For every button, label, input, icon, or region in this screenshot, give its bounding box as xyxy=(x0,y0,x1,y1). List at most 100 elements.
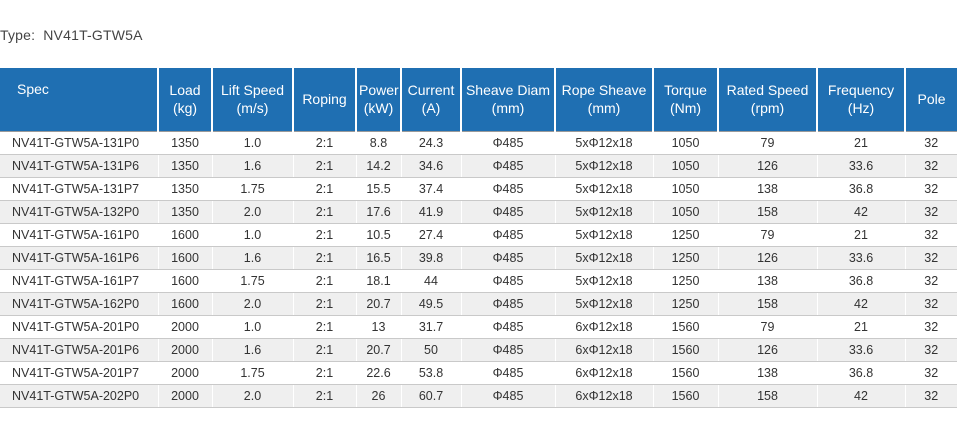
table-cell: 32 xyxy=(905,200,957,224)
column-header-label: Sheave Diam xyxy=(465,82,551,99)
table-cell: 2:1 xyxy=(293,154,357,178)
table-cell: 42 xyxy=(817,384,906,408)
table-cell: Φ485 xyxy=(461,269,556,293)
table-cell: 1.6 xyxy=(212,338,294,362)
table-cell: 2:1 xyxy=(293,315,357,339)
table-cell: 33.6 xyxy=(817,154,906,178)
table-cell: 2.0 xyxy=(212,384,294,408)
table-cell: 2:1 xyxy=(293,200,357,224)
table-cell: 1350 xyxy=(158,130,213,155)
table-cell: 26 xyxy=(356,384,402,408)
table-body: NV41T-GTW5A-131P0 1350 1.0 2:1 8.8 24.3 Φ485 5x… xyxy=(0,130,957,408)
table-cell: 6xΦ12x18 xyxy=(555,361,654,385)
table-cell: 15.5 xyxy=(356,177,402,201)
table-cell: 1050 xyxy=(653,130,719,155)
table-cell: Φ485 xyxy=(461,130,556,155)
table-cell: 32 xyxy=(905,130,957,155)
column-header-label: Power xyxy=(359,82,399,99)
table-cell: 1600 xyxy=(158,223,213,247)
table-cell: 1050 xyxy=(653,200,719,224)
table-cell: 42 xyxy=(817,200,906,224)
table-cell: NV41T-GTW5A-202P0 xyxy=(0,384,159,408)
table-cell: 39.8 xyxy=(401,246,462,270)
table-cell: 6xΦ12x18 xyxy=(555,384,654,408)
table-row: NV41T-GTW5A-162P0 1600 2.0 2:1 20.7 49.5 Φ485 5… xyxy=(0,292,957,316)
column-header-unit: (kW) xyxy=(363,100,394,117)
table-cell: 126 xyxy=(718,246,818,270)
table-cell: 42 xyxy=(817,292,906,316)
column-header-label: Rope Sheave xyxy=(561,82,647,99)
table-cell: 126 xyxy=(718,154,818,178)
table-cell: 24.3 xyxy=(401,130,462,155)
column-header-label: Spec xyxy=(17,81,49,97)
table-cell: 5xΦ12x18 xyxy=(555,223,654,247)
table-cell: 1.75 xyxy=(212,269,294,293)
table-cell: NV41T-GTW5A-131P7 xyxy=(0,177,159,201)
column-header-label: Frequency xyxy=(827,82,895,99)
table-cell: 138 xyxy=(718,269,818,293)
table-cell: 8.8 xyxy=(356,130,402,155)
table-cell: Φ485 xyxy=(461,200,556,224)
table-row: NV41T-GTW5A-201P0 2000 1.0 2:1 13 31.7 Φ485 6xΦ… xyxy=(0,315,957,339)
table-cell: 36.8 xyxy=(817,269,906,293)
table-cell: 79 xyxy=(718,223,818,247)
table-cell: 1.6 xyxy=(212,154,294,178)
table-cell: 21 xyxy=(817,315,906,339)
table-cell: 1050 xyxy=(653,177,719,201)
table-cell: 1.0 xyxy=(212,223,294,247)
table-cell: 21 xyxy=(817,223,906,247)
table-cell: 27.4 xyxy=(401,223,462,247)
table-cell: 5xΦ12x18 xyxy=(555,292,654,316)
type-line: Type: NV41T-GTW5A xyxy=(0,27,143,43)
table-cell: 2000 xyxy=(158,338,213,362)
table-cell: 138 xyxy=(718,361,818,385)
table-cell: 32 xyxy=(905,246,957,270)
table-cell: NV41T-GTW5A-162P0 xyxy=(0,292,159,316)
table-cell: 60.7 xyxy=(401,384,462,408)
table-cell: 5xΦ12x18 xyxy=(555,177,654,201)
table-cell: NV41T-GTW5A-201P7 xyxy=(0,361,159,385)
table-row: NV41T-GTW5A-161P6 1600 1.6 2:1 16.5 39.8 Φ485 5… xyxy=(0,246,957,270)
type-label: Type: xyxy=(0,27,36,43)
table-cell: 138 xyxy=(718,177,818,201)
table-cell: 1560 xyxy=(653,384,719,408)
column-header-label: Lift Speed xyxy=(220,82,285,99)
column-header-rated-speed: Rated Speed (rpm) xyxy=(718,68,818,131)
table-row: NV41T-GTW5A-161P0 1600 1.0 2:1 10.5 27.4 Φ485 5… xyxy=(0,223,957,247)
table-cell: 1350 xyxy=(158,154,213,178)
table-cell: 5xΦ12x18 xyxy=(555,246,654,270)
table-cell: 1.75 xyxy=(212,361,294,385)
column-header-label: Load xyxy=(169,82,201,99)
column-header-label: Rated Speed xyxy=(726,82,809,99)
table-row: NV41T-GTW5A-132P0 1350 2.0 2:1 17.6 41.9 Φ485 5… xyxy=(0,200,957,224)
table-cell: 2:1 xyxy=(293,292,357,316)
table-cell: NV41T-GTW5A-131P0 xyxy=(0,130,159,155)
column-header-unit: (m/s) xyxy=(236,100,269,117)
table-cell: 32 xyxy=(905,384,957,408)
table-cell: 79 xyxy=(718,315,818,339)
table-cell: 20.7 xyxy=(356,338,402,362)
table-cell: Φ485 xyxy=(461,246,556,270)
table-cell: 10.5 xyxy=(356,223,402,247)
table-cell: 41.9 xyxy=(401,200,462,224)
table-cell: 126 xyxy=(718,338,818,362)
column-header-unit: (A) xyxy=(421,100,441,117)
column-header-sheave-diam: Sheave Diam (mm) xyxy=(461,68,556,131)
table-cell: 1250 xyxy=(653,246,719,270)
spec-table: Spec Load (kg) Lift Speed (m/s) Roping Power (k… xyxy=(0,68,957,408)
column-header-power: Power (kW) xyxy=(356,68,402,131)
table-cell: NV41T-GTW5A-161P0 xyxy=(0,223,159,247)
table-cell: Φ485 xyxy=(461,154,556,178)
table-row: NV41T-GTW5A-131P0 1350 1.0 2:1 8.8 24.3 Φ485 5x… xyxy=(0,130,957,155)
table-cell: NV41T-GTW5A-201P6 xyxy=(0,338,159,362)
table-cell: NV41T-GTW5A-161P7 xyxy=(0,269,159,293)
table-cell: 17.6 xyxy=(356,200,402,224)
table-cell: 32 xyxy=(905,292,957,316)
table-cell: 1250 xyxy=(653,223,719,247)
table-cell: 33.6 xyxy=(817,246,906,270)
table-cell: 1560 xyxy=(653,361,719,385)
table-cell: 5xΦ12x18 xyxy=(555,269,654,293)
table-cell: 1560 xyxy=(653,315,719,339)
table-cell: Φ485 xyxy=(461,292,556,316)
table-cell: Φ485 xyxy=(461,361,556,385)
